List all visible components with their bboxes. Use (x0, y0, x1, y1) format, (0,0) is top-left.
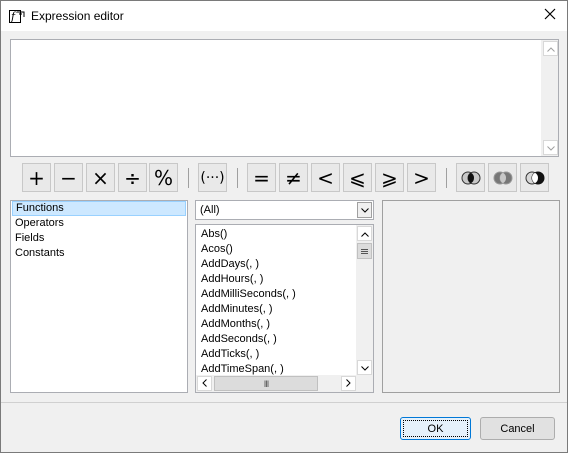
grip-icon: III (263, 378, 269, 389)
less-than-symbol: < (317, 165, 334, 190)
function-items: Abs() Acos() AddDays(, ) AddHours(, ) Ad… (196, 227, 296, 377)
chevron-up-icon (360, 228, 369, 240)
expression-input[interactable] (10, 39, 559, 157)
list-item[interactable]: AddMinutes(, ) (196, 302, 296, 317)
plus-button[interactable]: + (22, 163, 51, 192)
chevron-down-icon (546, 142, 555, 154)
chevron-right-icon (346, 378, 351, 390)
scroll-left-button[interactable] (197, 376, 212, 391)
equals-symbol: = (253, 165, 270, 190)
cancel-button[interactable]: Cancel (480, 417, 555, 440)
dropdown-button[interactable] (357, 202, 372, 218)
chevron-down-icon (360, 362, 369, 374)
scrollbar-corner (356, 375, 373, 392)
equals-button[interactable]: = (247, 163, 276, 192)
less-than-button[interactable]: < (311, 163, 340, 192)
multiply-button[interactable]: × (86, 163, 115, 192)
horizontal-scroll-thumb[interactable]: III (214, 376, 318, 391)
footer-divider (1, 402, 567, 403)
minus-symbol: − (60, 165, 77, 190)
list-item[interactable]: AddMonths(, ) (196, 317, 296, 332)
filter-dropdown[interactable]: (All) (195, 200, 374, 220)
list-item[interactable]: AddMilliSeconds(, ) (196, 287, 296, 302)
modulo-symbol: % (153, 165, 173, 190)
multiply-symbol: × (92, 165, 109, 190)
category-item-fields[interactable]: Fields (12, 231, 186, 246)
function-icon: f (9, 8, 25, 24)
plus-symbol: + (28, 165, 45, 190)
not-icon (525, 168, 545, 188)
or-icon (493, 168, 513, 188)
list-item[interactable]: AddDays(, ) (196, 257, 296, 272)
not-equals-symbol: ≠ (285, 165, 302, 190)
list-horizontal-scrollbar[interactable]: III (196, 375, 357, 392)
greater-than-button[interactable]: > (407, 163, 436, 192)
divide-button[interactable]: ÷ (118, 163, 147, 192)
category-item-operators[interactable]: Operators (12, 216, 186, 231)
less-or-equal-button[interactable]: ⩽ (343, 163, 372, 192)
and-button[interactable] (456, 163, 485, 192)
toolbar-separator (188, 168, 189, 188)
list-item[interactable]: AddSeconds(, ) (196, 332, 296, 347)
scroll-down-button[interactable] (357, 360, 372, 375)
description-panel (382, 200, 560, 393)
title-bar[interactable]: f Expression editor (1, 1, 567, 31)
greater-than-symbol: > (413, 165, 430, 190)
greater-or-equal-button[interactable]: ⩾ (375, 163, 404, 192)
list-item[interactable]: AddTicks(, ) (196, 347, 296, 362)
close-icon (544, 8, 556, 23)
list-item[interactable]: Acos() (196, 242, 296, 257)
function-list[interactable]: Abs() Acos() AddDays(, ) AddHours(, ) Ad… (195, 224, 374, 393)
operator-toolbar: + − × ÷ % (···) = ≠ < ⩽ ⩾ > (1, 163, 567, 193)
less-or-equal-symbol: ⩽ (349, 165, 366, 190)
chevron-left-icon (202, 378, 207, 390)
greater-or-equal-symbol: ⩾ (381, 165, 398, 190)
ok-button-label: OK (427, 422, 444, 435)
vertical-scroll-thumb[interactable] (357, 243, 372, 259)
toolbar-separator (237, 168, 238, 188)
parentheses-symbol: (···) (200, 169, 225, 186)
minus-button[interactable]: − (54, 163, 83, 192)
or-button[interactable] (488, 163, 517, 192)
window-title: Expression editor (31, 9, 124, 23)
expression-editor-window: f Expression editor + − × ÷ % (···) = ≠ … (0, 0, 568, 453)
not-equals-button[interactable]: ≠ (279, 163, 308, 192)
filter-selected-value: (All) (200, 204, 220, 216)
scroll-right-button[interactable] (341, 376, 356, 391)
ok-button[interactable]: OK (400, 417, 471, 440)
list-item[interactable]: AddHours(, ) (196, 272, 296, 287)
modulo-button[interactable]: % (149, 163, 178, 192)
list-vertical-scrollbar[interactable] (356, 225, 373, 376)
chevron-down-icon (360, 204, 369, 216)
and-icon (461, 168, 481, 188)
category-list[interactable]: Functions Operators Fields Constants (10, 200, 188, 393)
cancel-button-label: Cancel (500, 422, 535, 435)
category-item-constants[interactable]: Constants (12, 246, 186, 261)
grip-icon (361, 245, 368, 257)
editor-vertical-scrollbar[interactable] (541, 40, 558, 156)
toolbar-separator (446, 168, 447, 188)
close-button[interactable] (533, 1, 567, 30)
parentheses-button[interactable]: (···) (198, 163, 227, 192)
divide-symbol: ÷ (124, 165, 141, 190)
chevron-up-icon (546, 43, 555, 55)
scroll-down-button[interactable] (543, 140, 558, 155)
scroll-up-button[interactable] (543, 41, 558, 56)
category-item-functions[interactable]: Functions (12, 201, 186, 216)
scroll-up-button[interactable] (357, 226, 372, 241)
list-item[interactable]: Abs() (196, 227, 296, 242)
not-button[interactable] (520, 163, 549, 192)
